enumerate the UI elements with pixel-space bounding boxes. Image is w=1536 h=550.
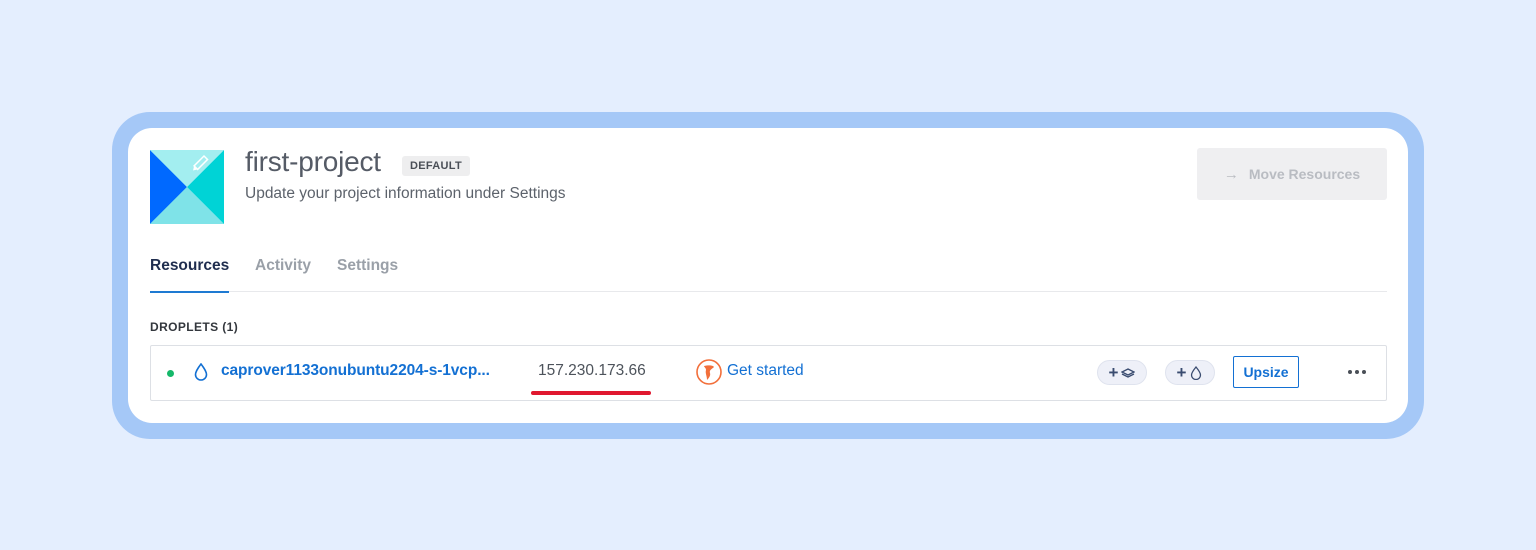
droplet-name-link[interactable]: caprover1133onubuntu2204-s-1vcp...: [221, 362, 490, 380]
droplets-section-label: DROPLETS (1): [150, 320, 239, 334]
move-resources-button[interactable]: → Move Resources: [1197, 148, 1387, 200]
caprover-app-icon: [696, 359, 722, 385]
add-volume-button[interactable]: +: [1097, 360, 1147, 385]
arrow-right-icon: →: [1223, 165, 1239, 183]
more-options-icon[interactable]: [1342, 360, 1372, 384]
droplet-ip[interactable]: 157.230.173.66: [538, 362, 646, 380]
upsize-button[interactable]: Upsize: [1233, 356, 1299, 388]
project-tabs: Resources Activity Settings: [150, 248, 1387, 293]
project-subtitle: Update your project information under Se…: [245, 185, 566, 202]
project-logo-icon: [150, 150, 224, 224]
tab-settings[interactable]: Settings: [337, 257, 398, 291]
volume-icon: [1121, 367, 1136, 378]
droplet-row: caprover1133onubuntu2204-s-1vcp... 157.2…: [150, 345, 1387, 401]
project-card: first-project DEFAULT Update your projec…: [128, 128, 1408, 423]
droplet-icon: [1191, 365, 1202, 380]
tab-activity[interactable]: Activity: [255, 257, 311, 291]
plus-icon: +: [1176, 362, 1187, 382]
default-badge: DEFAULT: [402, 156, 471, 176]
add-backup-button[interactable]: +: [1165, 360, 1215, 385]
status-active-icon: [167, 370, 174, 377]
move-resources-label: Move Resources: [1248, 166, 1361, 182]
plus-icon: +: [1108, 362, 1119, 382]
tab-resources[interactable]: Resources: [150, 257, 230, 293]
get-started-link[interactable]: Get started: [727, 362, 804, 380]
project-title: first-project: [245, 146, 381, 177]
ip-highlight-underline: [531, 391, 651, 395]
droplet-icon: [194, 363, 208, 381]
